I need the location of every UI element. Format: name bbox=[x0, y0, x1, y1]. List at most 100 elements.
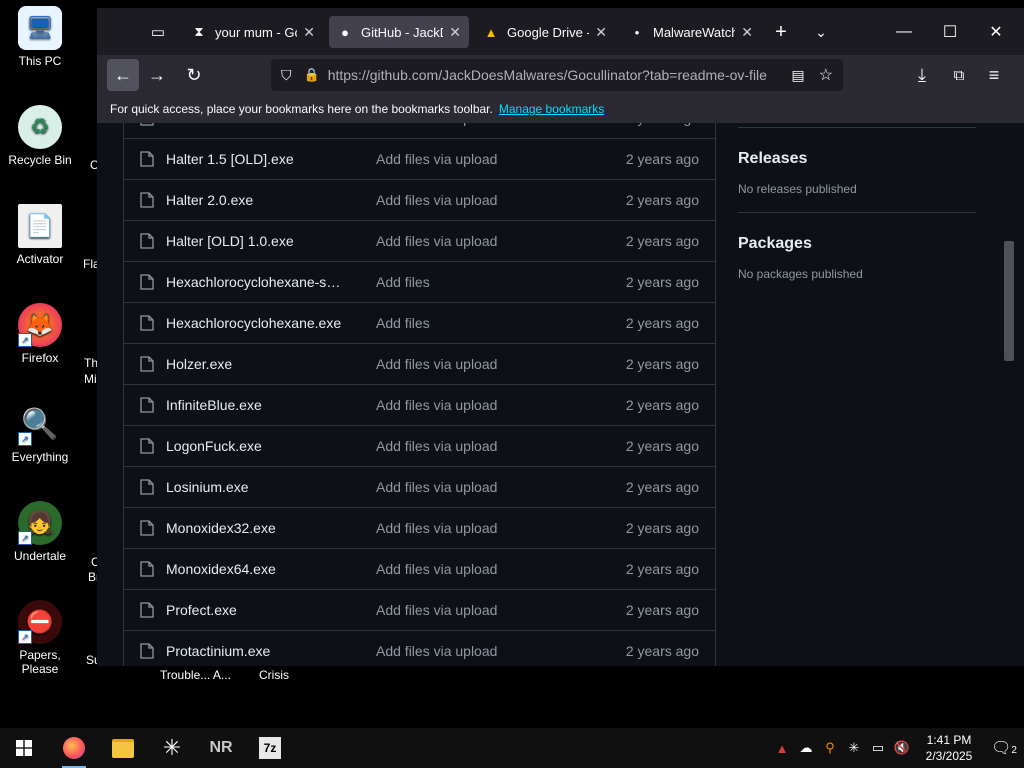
tab-title: your mum - Goo bbox=[215, 24, 297, 40]
file-row[interactable]: ColorCs.exe Add files via upload 2 years a… bbox=[124, 123, 715, 139]
commit-message-link[interactable]: Add files via upload bbox=[376, 643, 497, 659]
tray-everything-icon[interactable]: ✳ bbox=[842, 740, 866, 756]
desktop-icon-activator[interactable]: 📄 Activator bbox=[0, 204, 80, 266]
file-name-link[interactable]: Halter 2.0.exe bbox=[166, 192, 346, 208]
close-tab-icon[interactable]: ✕ bbox=[449, 24, 461, 41]
taskbar-file-explorer[interactable] bbox=[99, 728, 147, 768]
page-scrollbar[interactable] bbox=[1004, 241, 1014, 361]
file-row[interactable]: Halter 2.0.exe Add files via upload 2 year… bbox=[124, 180, 715, 221]
commit-message-link[interactable]: Add files via upload bbox=[376, 561, 497, 577]
tab-google-drive[interactable]: ▲ Google Drive - V ✕ bbox=[475, 16, 615, 48]
file-row[interactable]: LogonFuck.exe Add files via upload 2 years… bbox=[124, 426, 715, 467]
commit-message-link[interactable]: Add files bbox=[376, 315, 430, 331]
file-row[interactable]: Halter [OLD] 1.0.exe Add files via upload… bbox=[124, 221, 715, 262]
file-row[interactable]: Profect.exe Add files via upload 2 years a… bbox=[124, 590, 715, 631]
packages-heading[interactable]: Packages bbox=[738, 235, 978, 253]
file-row[interactable]: Holzer.exe Add files via upload 2 years ag… bbox=[124, 344, 715, 385]
taskbar-nr[interactable]: NR bbox=[197, 728, 245, 768]
tab-your-mum[interactable]: ⧗ your mum - Goo ✕ bbox=[183, 16, 323, 48]
file-name-link[interactable]: InfiniteBlue.exe bbox=[166, 397, 346, 413]
file-row[interactable]: Losinium.exe Add files via upload 2 years … bbox=[124, 467, 715, 508]
close-tab-icon[interactable]: ✕ bbox=[595, 24, 607, 41]
taskbar-firefox[interactable] bbox=[50, 728, 98, 768]
commit-message-link[interactable]: Add files via upload bbox=[376, 397, 497, 413]
taskbar: ✳ NR 7z ▲ ☁ ⚲ ✳ ▭ 🔇 1:41 PM 2/3/2025 🗨2 bbox=[0, 728, 1024, 768]
tray-search-icon[interactable]: ⚲ bbox=[818, 740, 842, 756]
file-name-link[interactable]: Protactinium.exe bbox=[166, 643, 346, 659]
minimize-button[interactable]: — bbox=[881, 8, 927, 55]
commit-message-link[interactable]: Add files via upload bbox=[376, 438, 497, 454]
manage-bookmarks-link[interactable]: Manage bookmarks bbox=[499, 102, 604, 116]
file-name-link[interactable]: Holzer.exe bbox=[166, 356, 346, 372]
file-row[interactable]: Hexachlorocyclohexane-saf... Add files 2 y… bbox=[124, 262, 715, 303]
commit-message-link[interactable]: Add files bbox=[376, 274, 430, 290]
list-all-tabs-button[interactable]: ⌄ bbox=[805, 16, 837, 48]
file-row[interactable]: Protactinium.exe Add files via upload 2 ye… bbox=[124, 631, 715, 666]
desktop-icon-this-pc[interactable]: 🖥 This PC bbox=[0, 6, 80, 68]
forward-button[interactable]: → bbox=[141, 59, 173, 91]
releases-heading[interactable]: Releases bbox=[738, 150, 978, 168]
reload-button[interactable]: ↻ bbox=[178, 59, 210, 91]
network-icon[interactable]: ▭ bbox=[866, 740, 890, 756]
file-icon bbox=[140, 479, 154, 495]
commit-message-link[interactable]: Add files via upload bbox=[376, 192, 497, 208]
tray-app-icon[interactable]: ▲ bbox=[770, 741, 794, 756]
commit-message-link[interactable]: Add files via upload bbox=[376, 520, 497, 536]
close-window-button[interactable]: ✕ bbox=[973, 8, 1019, 55]
file-row[interactable]: Monoxidex64.exe Add files via upload 2 yea… bbox=[124, 549, 715, 590]
commit-message-link[interactable]: Add files via upload bbox=[376, 356, 497, 372]
volume-muted-icon[interactable]: 🔇 bbox=[890, 740, 914, 756]
extensions-button[interactable]: ⧉ bbox=[943, 59, 975, 91]
tray-weather-icon[interactable]: ☁ bbox=[794, 740, 818, 756]
commit-message-link[interactable]: Add files via upload bbox=[376, 151, 497, 167]
lock-icon[interactable]: 🔒 bbox=[304, 67, 320, 83]
file-row[interactable]: Monoxidex32.exe Add files via upload 2 yea… bbox=[124, 508, 715, 549]
desktop-icon-recycle-bin[interactable]: ♻ Recycle Bin bbox=[0, 105, 80, 167]
desktop-icon-undertale[interactable]: 👧 ↗ Undertale bbox=[0, 501, 80, 563]
notification-center-button[interactable]: 🗨2 bbox=[984, 738, 1024, 758]
new-tab-button[interactable]: + bbox=[765, 16, 797, 48]
commit-message-link[interactable]: Add files via upload bbox=[376, 233, 497, 249]
maximize-button[interactable]: ☐ bbox=[927, 8, 973, 55]
bookmark-star-icon[interactable]: ☆ bbox=[819, 65, 833, 85]
file-name-link[interactable]: Halter [OLD] 1.0.exe bbox=[166, 233, 346, 249]
file-name-link[interactable]: LogonFuck.exe bbox=[166, 438, 346, 454]
desktop-icon-firefox[interactable]: 🦊 ↗ Firefox bbox=[0, 303, 80, 365]
google-drive-icon: ▲ bbox=[484, 24, 498, 40]
tracking-protection-shield-icon[interactable]: ⛉ bbox=[281, 67, 292, 84]
file-name-link[interactable]: ColorCs.exe bbox=[166, 123, 346, 126]
file-name-link[interactable]: Monoxidex64.exe bbox=[166, 561, 346, 577]
commit-message-link[interactable]: Add files via upload bbox=[376, 602, 497, 618]
close-tab-icon[interactable]: ✕ bbox=[741, 24, 753, 41]
file-name-link[interactable]: Halter 1.5 [OLD].exe bbox=[166, 151, 346, 167]
file-name-link[interactable]: Hexachlorocyclohexane.exe bbox=[166, 315, 346, 331]
file-row[interactable]: InfiniteBlue.exe Add files via upload 2 ye… bbox=[124, 385, 715, 426]
desktop-partial-label: Mi bbox=[84, 372, 97, 386]
commit-message-link[interactable]: Add files via upload bbox=[376, 479, 497, 495]
start-button[interactable] bbox=[0, 728, 48, 768]
taskbar-7zip[interactable]: 7z bbox=[246, 728, 294, 768]
notification-count: 2 bbox=[1011, 745, 1017, 756]
tab-github[interactable]: ● GitHub - JackDo ✕ bbox=[329, 16, 469, 48]
close-tab-icon[interactable]: ✕ bbox=[303, 24, 315, 41]
file-name-link[interactable]: Monoxidex32.exe bbox=[166, 520, 346, 536]
address-bar[interactable]: ⛉ 🔒 https://github.com/JackDoesMalwares/… bbox=[271, 59, 843, 91]
file-name-link[interactable]: Profect.exe bbox=[166, 602, 346, 618]
commit-message-link[interactable]: Add files via upload bbox=[376, 123, 497, 126]
desktop-icon-papers-please[interactable]: ⛔ ↗ Papers, Please bbox=[0, 600, 80, 676]
firefox-view-button[interactable]: ▭ bbox=[142, 16, 174, 48]
notification-icon: 🗨 bbox=[991, 740, 1012, 757]
app-menu-button[interactable]: ≡ bbox=[978, 59, 1010, 91]
back-button[interactable]: ← bbox=[107, 59, 139, 91]
file-row[interactable]: Halter 1.5 [OLD].exe Add files via upload… bbox=[124, 139, 715, 180]
file-name-link[interactable]: Hexachlorocyclohexane-saf... bbox=[166, 274, 346, 290]
taskbar-everything[interactable]: ✳ bbox=[148, 728, 196, 768]
desktop-icon-everything[interactable]: 🔍 ↗ Everything bbox=[0, 402, 80, 465]
commit-date: 2 years ago bbox=[625, 274, 699, 290]
file-row[interactable]: Hexachlorocyclohexane.exe Add files 2 year… bbox=[124, 303, 715, 344]
downloads-button[interactable]: ⤓ bbox=[906, 59, 938, 91]
tab-malwarewatch[interactable]: • MalwareWatch ✕ bbox=[621, 16, 761, 48]
reader-view-icon[interactable]: ▤ bbox=[791, 67, 804, 84]
clock[interactable]: 1:41 PM 2/3/2025 bbox=[914, 732, 984, 764]
file-name-link[interactable]: Losinium.exe bbox=[166, 479, 346, 495]
